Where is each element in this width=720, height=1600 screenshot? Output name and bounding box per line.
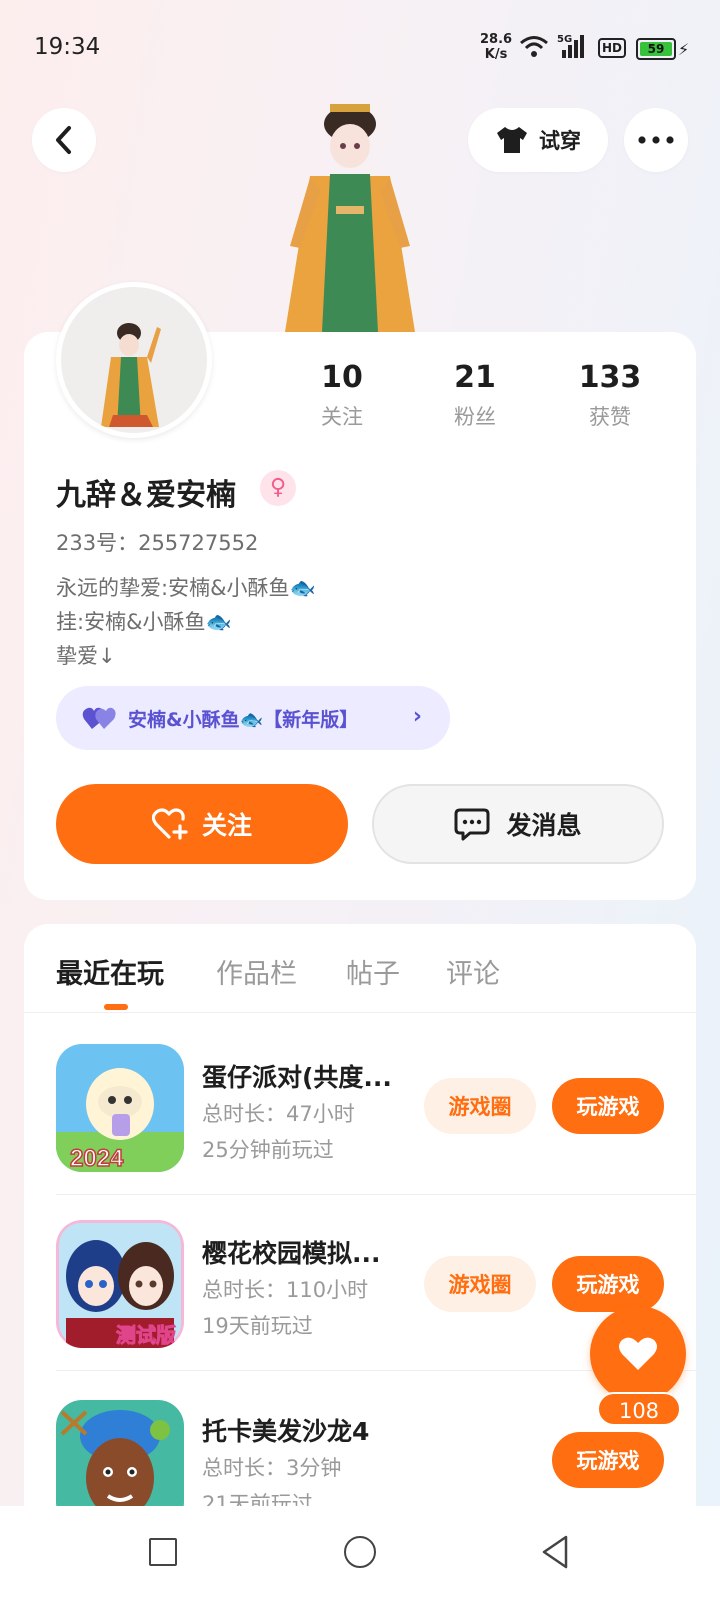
stat-following[interactable]: 10 关注: [282, 360, 402, 431]
recent-apps-icon[interactable]: [149, 1538, 177, 1566]
like-button[interactable]: [590, 1306, 686, 1402]
game-circle-button[interactable]: 游戏圈: [424, 1256, 536, 1312]
avatar-figure: [285, 104, 415, 332]
battery-level: 59: [640, 42, 672, 56]
stat-value: 133: [578, 360, 642, 395]
avatar-image: [101, 323, 161, 427]
icon-badge-text: 测试版: [116, 1323, 176, 1347]
game-last-played: 19天前玩过: [202, 1314, 313, 1338]
follow-button[interactable]: 关注: [56, 784, 348, 864]
game-duration: 总时长：3分钟: [202, 1456, 342, 1480]
game-name: 托卡美发沙龙4: [202, 1417, 370, 1446]
game-name: 樱花校园模拟...: [202, 1239, 381, 1268]
network-speed: 28.6 K/s: [480, 32, 512, 62]
game-duration: 总时长：47小时: [202, 1102, 355, 1126]
battery-icon: 59: [636, 38, 676, 60]
back-arrow-icon: [56, 126, 71, 154]
double-heart-icon: [82, 707, 116, 729]
game-icon-eggy-party[interactable]: 2024: [56, 1044, 184, 1172]
stat-value: 10: [321, 360, 363, 395]
game-thumbnail: 2024: [56, 1044, 184, 1172]
stat-likes[interactable]: 133 获赞: [550, 360, 670, 431]
stat-fans[interactable]: 21 粉丝: [415, 360, 535, 431]
heart-plus-icon: [151, 808, 188, 840]
bio-line: 挚爱↓: [56, 644, 116, 668]
icon-badge-text: 2024: [70, 1145, 124, 1172]
play-game-button[interactable]: 玩游戏: [552, 1078, 664, 1134]
game-duration: 总时长：110小时: [202, 1278, 369, 1302]
play-game-button[interactable]: 玩游戏: [552, 1432, 664, 1488]
username: 九辞＆爱安楠: [56, 478, 236, 513]
female-icon: ♀: [260, 470, 296, 506]
user-id: 233号：255727552: [56, 531, 259, 555]
more-button[interactable]: [624, 108, 688, 172]
try-on-button[interactable]: 试穿: [468, 108, 608, 172]
like-count: 108: [597, 1392, 681, 1426]
tshirt-icon: [497, 127, 527, 153]
divider: [24, 1012, 696, 1013]
back-button[interactable]: [32, 108, 96, 172]
relation-label: 安楠&小酥鱼🐟【新年版】: [128, 708, 359, 731]
tab-recent-played[interactable]: 最近在玩: [56, 952, 164, 991]
system-nav-bar: [0, 1506, 720, 1600]
speed-unit: K/s: [484, 47, 508, 62]
speed-value: 28.6: [480, 32, 513, 47]
charging-icon: ⚡: [678, 40, 690, 59]
game-thumbnail: 测试版: [56, 1220, 184, 1348]
game-name: 蛋仔派对(共度...: [202, 1063, 392, 1092]
tab-posts[interactable]: 帖子: [346, 952, 400, 991]
status-time: 19:34: [34, 34, 101, 60]
hd-badge: HD: [598, 38, 627, 58]
try-on-label: 试穿: [539, 129, 581, 153]
game-last-played: 25分钟前玩过: [202, 1138, 334, 1162]
tab-comments[interactable]: 评论: [446, 952, 500, 991]
chevron-right-icon: ›: [412, 704, 422, 729]
relation-tag[interactable]: 安楠&小酥鱼🐟【新年版】 ›: [56, 686, 450, 750]
stat-value: 21: [454, 360, 496, 395]
heart-icon: [619, 1337, 657, 1370]
divider: [56, 1194, 696, 1195]
follow-label: 关注: [201, 811, 252, 840]
game-circle-button[interactable]: 游戏圈: [424, 1078, 536, 1134]
stat-label: 关注: [321, 405, 363, 429]
game-icon-sakura-school[interactable]: 测试版: [56, 1220, 184, 1348]
more-icon: [638, 136, 674, 144]
status-bar: 19:34 28.6 K/s 5G HD 59 ⚡: [0, 0, 720, 96]
signal-icon: [562, 35, 584, 58]
message-label: 发消息: [506, 811, 582, 840]
stat-label: 获赞: [589, 405, 631, 429]
tab-works[interactable]: 作品栏: [216, 952, 297, 991]
tab-indicator: [104, 1004, 128, 1010]
stat-label: 粉丝: [454, 405, 496, 429]
bio-line: 永远的挚爱:安楠&小酥鱼🐟: [56, 576, 316, 600]
play-game-button[interactable]: 玩游戏: [552, 1256, 664, 1312]
message-button[interactable]: 发消息: [372, 784, 664, 864]
chat-bubble-icon: [454, 808, 490, 841]
avatar[interactable]: [56, 282, 212, 438]
nav-back-icon[interactable]: [540, 1534, 570, 1570]
home-icon[interactable]: [344, 1536, 376, 1568]
bio-line: 挂:安楠&小酥鱼🐟: [56, 610, 232, 634]
wifi-icon: [520, 36, 548, 57]
